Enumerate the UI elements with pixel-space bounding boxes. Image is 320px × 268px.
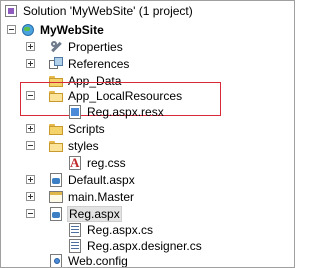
app-localresources-label: App_LocalResources <box>68 89 183 103</box>
collapse-toggle-app-localresources[interactable] <box>26 91 35 100</box>
folder-open-icon <box>48 88 64 104</box>
tree-node-reg-css[interactable]: reg.css <box>67 154 127 172</box>
csharp-file-icon <box>67 222 83 238</box>
tree-node-main-master[interactable]: main.Master <box>48 188 135 206</box>
tree-node-project[interactable]: MyWebSite <box>20 21 105 39</box>
collapse-toggle-styles[interactable] <box>26 141 35 150</box>
aspx-file-icon <box>48 172 64 188</box>
master-page-icon <box>48 189 64 205</box>
expand-toggle-scripts[interactable] <box>26 124 35 133</box>
resx-file-icon <box>67 104 83 120</box>
solution-icon <box>3 3 19 19</box>
reg-css-label: reg.css <box>87 156 126 170</box>
reg-aspx-resx-label: Reg.aspx.resx <box>87 105 164 119</box>
reg-aspx-label: Reg.aspx <box>67 206 122 222</box>
config-file-icon <box>48 253 64 267</box>
project-label: MyWebSite <box>40 23 104 37</box>
folder-open-icon <box>48 138 64 154</box>
tree-node-default-aspx[interactable]: Default.aspx <box>48 171 136 189</box>
scripts-label: Scripts <box>68 122 105 136</box>
expand-toggle-properties[interactable] <box>26 42 35 51</box>
main-master-label: main.Master <box>68 190 135 204</box>
expand-toggle-default-aspx[interactable] <box>26 175 35 184</box>
solution-label: Solution 'MyWebSite' (1 project) <box>23 4 193 18</box>
collapse-toggle-project[interactable] <box>7 25 16 34</box>
tree-node-references[interactable]: References <box>48 55 130 73</box>
styles-label: styles <box>68 139 99 153</box>
website-globe-icon <box>20 22 36 38</box>
tree-node-reg-aspx-resx[interactable]: Reg.aspx.resx <box>67 103 165 121</box>
expand-toggle-references[interactable] <box>26 59 35 68</box>
tree-node-styles[interactable]: styles <box>48 137 100 155</box>
tree-node-scripts[interactable]: Scripts <box>48 120 106 138</box>
references-icon <box>48 56 64 72</box>
properties-wrench-icon <box>48 39 64 55</box>
default-aspx-label: Default.aspx <box>68 173 135 187</box>
tree-node-solution[interactable]: Solution 'MyWebSite' (1 project) <box>3 2 194 20</box>
tree-node-web-config[interactable]: Web.config <box>48 252 129 268</box>
web-config-label: Web.config <box>68 254 128 268</box>
references-label: References <box>68 57 130 71</box>
css-file-icon <box>67 155 83 171</box>
reg-aspx-cs-label: Reg.aspx.cs <box>87 223 154 237</box>
collapse-toggle-reg-aspx[interactable] <box>26 209 35 218</box>
properties-label: Properties <box>68 40 123 54</box>
solution-explorer-tree: Solution 'MyWebSite' (1 project) MyWebSi… <box>0 0 295 268</box>
tree-node-properties[interactable]: Properties <box>48 38 124 56</box>
folder-icon <box>48 121 64 137</box>
expand-toggle-main-master[interactable] <box>26 192 35 201</box>
aspx-file-icon <box>48 206 64 222</box>
